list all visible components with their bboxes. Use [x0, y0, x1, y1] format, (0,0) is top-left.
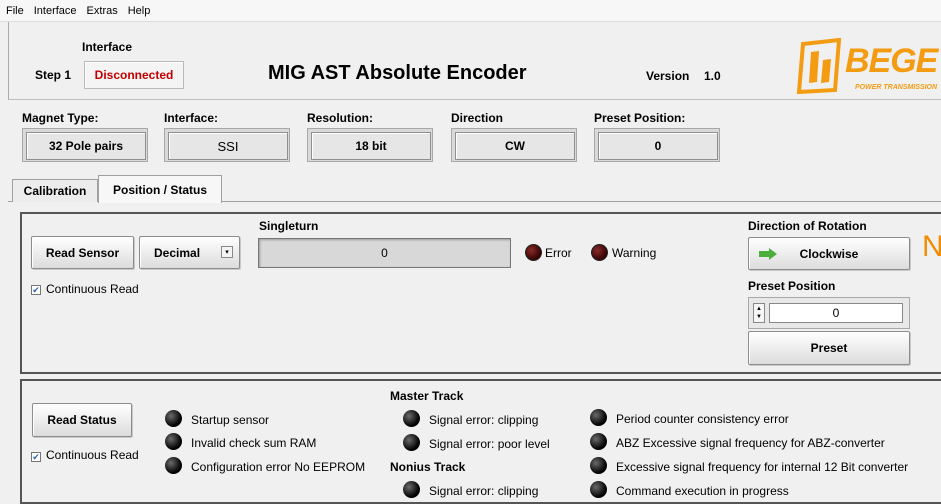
format-select-value: Decimal — [154, 245, 201, 260]
interface-value: SSI — [168, 132, 288, 160]
status-led-icon — [165, 410, 182, 427]
format-select[interactable]: Decimal ▾ — [139, 236, 240, 269]
direction-label: Direction — [451, 111, 504, 125]
status-master-poor-level: Signal error: poor level — [429, 437, 550, 451]
status-abz-frequency: ABZ Excessive signal frequency for ABZ-c… — [616, 436, 885, 450]
status-led-icon — [590, 481, 607, 498]
stepper-arrows-icon[interactable]: ▲ ▼ — [753, 303, 765, 323]
error-led-icon — [525, 244, 542, 261]
status-startup-sensor: Startup sensor — [191, 413, 270, 427]
read-status-button[interactable]: Read Status — [32, 403, 132, 437]
chevron-down-icon[interactable]: ▾ — [221, 246, 233, 258]
status-led-icon — [590, 409, 607, 426]
app-title: MIG AST Absolute Encoder — [268, 62, 527, 84]
tab-calibration[interactable]: Calibration — [12, 179, 98, 202]
direction-value: CW — [455, 132, 575, 160]
status-master-clipping: Signal error: clipping — [429, 413, 539, 427]
interface-label: Interface: — [164, 111, 219, 125]
status-invalid-checksum: Invalid check sum RAM — [191, 436, 317, 450]
menu-file[interactable]: File — [6, 5, 24, 17]
interface-frame: SSI — [164, 128, 290, 162]
status-config-error: Configuration error No EEPROM — [191, 460, 366, 474]
status-led-icon — [165, 433, 182, 450]
continuous-read-status-checkbox[interactable]: ✔ — [31, 452, 41, 462]
logo-text: BEGE — [845, 42, 938, 80]
preset-value: 0 — [598, 132, 718, 160]
status-led-icon — [590, 457, 607, 474]
status-internal-frequency: Excessive signal frequency for internal … — [616, 460, 909, 474]
menu-bar: File Interface Extras Help — [0, 0, 941, 22]
continuous-read-sensor-checkbox[interactable]: ✔ — [31, 285, 41, 295]
bege-logo: BEGE POWER TRANSMISSION — [795, 38, 941, 98]
magnet-type-label: Magnet Type: — [22, 111, 99, 125]
nonius-track-label: Nonius Track — [390, 460, 466, 474]
preset-stepper-frame: ▲ ▼ 0 — [748, 297, 910, 329]
continuous-read-sensor-label: Continuous Read — [46, 282, 139, 296]
tab-position-status[interactable]: Position / Status — [98, 175, 222, 203]
status-led-icon — [590, 433, 607, 450]
error-label: Error — [545, 246, 572, 260]
preset-input[interactable]: 0 — [769, 303, 903, 323]
status-led-icon — [165, 457, 182, 474]
header-panel: Interface Step 1 Disconnected MIG AST Ab… — [8, 22, 941, 100]
menu-help[interactable]: Help — [128, 5, 151, 17]
status-led-icon — [403, 481, 420, 498]
overflow-letter: N — [922, 230, 941, 263]
logo-subtext: POWER TRANSMISSION — [855, 84, 938, 91]
magnet-type-frame: 32 Pole pairs — [22, 128, 148, 162]
resolution-value: 18 bit — [311, 132, 431, 160]
magnet-type-value: 32 Pole pairs — [26, 132, 146, 160]
version-value: 1.0 — [704, 69, 721, 83]
version-label: Version — [646, 69, 690, 83]
preset-frame: 0 — [594, 128, 720, 162]
step-label: Step 1 — [35, 68, 72, 82]
resolution-frame: 18 bit — [307, 128, 433, 162]
direction-frame: CW — [451, 128, 577, 162]
clockwise-label: Clockwise — [799, 246, 859, 261]
status-period-counter: Period counter consistency error — [616, 412, 789, 426]
interface-heading: Interface — [82, 40, 133, 54]
warning-led-icon — [591, 244, 608, 261]
status-led-icon — [403, 410, 420, 427]
read-sensor-button[interactable]: Read Sensor — [31, 236, 134, 269]
logo-mark-icon — [796, 38, 842, 94]
menu-interface[interactable]: Interface — [34, 5, 77, 17]
direction-of-rotation-label: Direction of Rotation — [748, 219, 867, 233]
warning-label: Warning — [612, 246, 657, 260]
clockwise-button[interactable]: Clockwise — [748, 237, 910, 270]
status-command-execution: Command execution in progress — [616, 484, 789, 498]
connection-status-badge: Disconnected — [84, 61, 184, 89]
arrow-right-icon — [759, 248, 777, 260]
singleturn-label: Singleturn — [259, 219, 319, 233]
status-nonius-clipping: Signal error: clipping — [429, 484, 539, 498]
status-led-icon — [403, 434, 420, 451]
preset-position-label: Preset Position: — [594, 111, 686, 125]
menu-extras[interactable]: Extras — [87, 5, 118, 17]
preset-button[interactable]: Preset — [748, 331, 910, 365]
master-track-label: Master Track — [390, 389, 464, 403]
singleturn-display: 0 — [258, 238, 511, 268]
continuous-read-status-label: Continuous Read — [46, 448, 139, 462]
preset-position-heading: Preset Position — [748, 279, 836, 293]
resolution-label: Resolution: — [307, 111, 373, 125]
